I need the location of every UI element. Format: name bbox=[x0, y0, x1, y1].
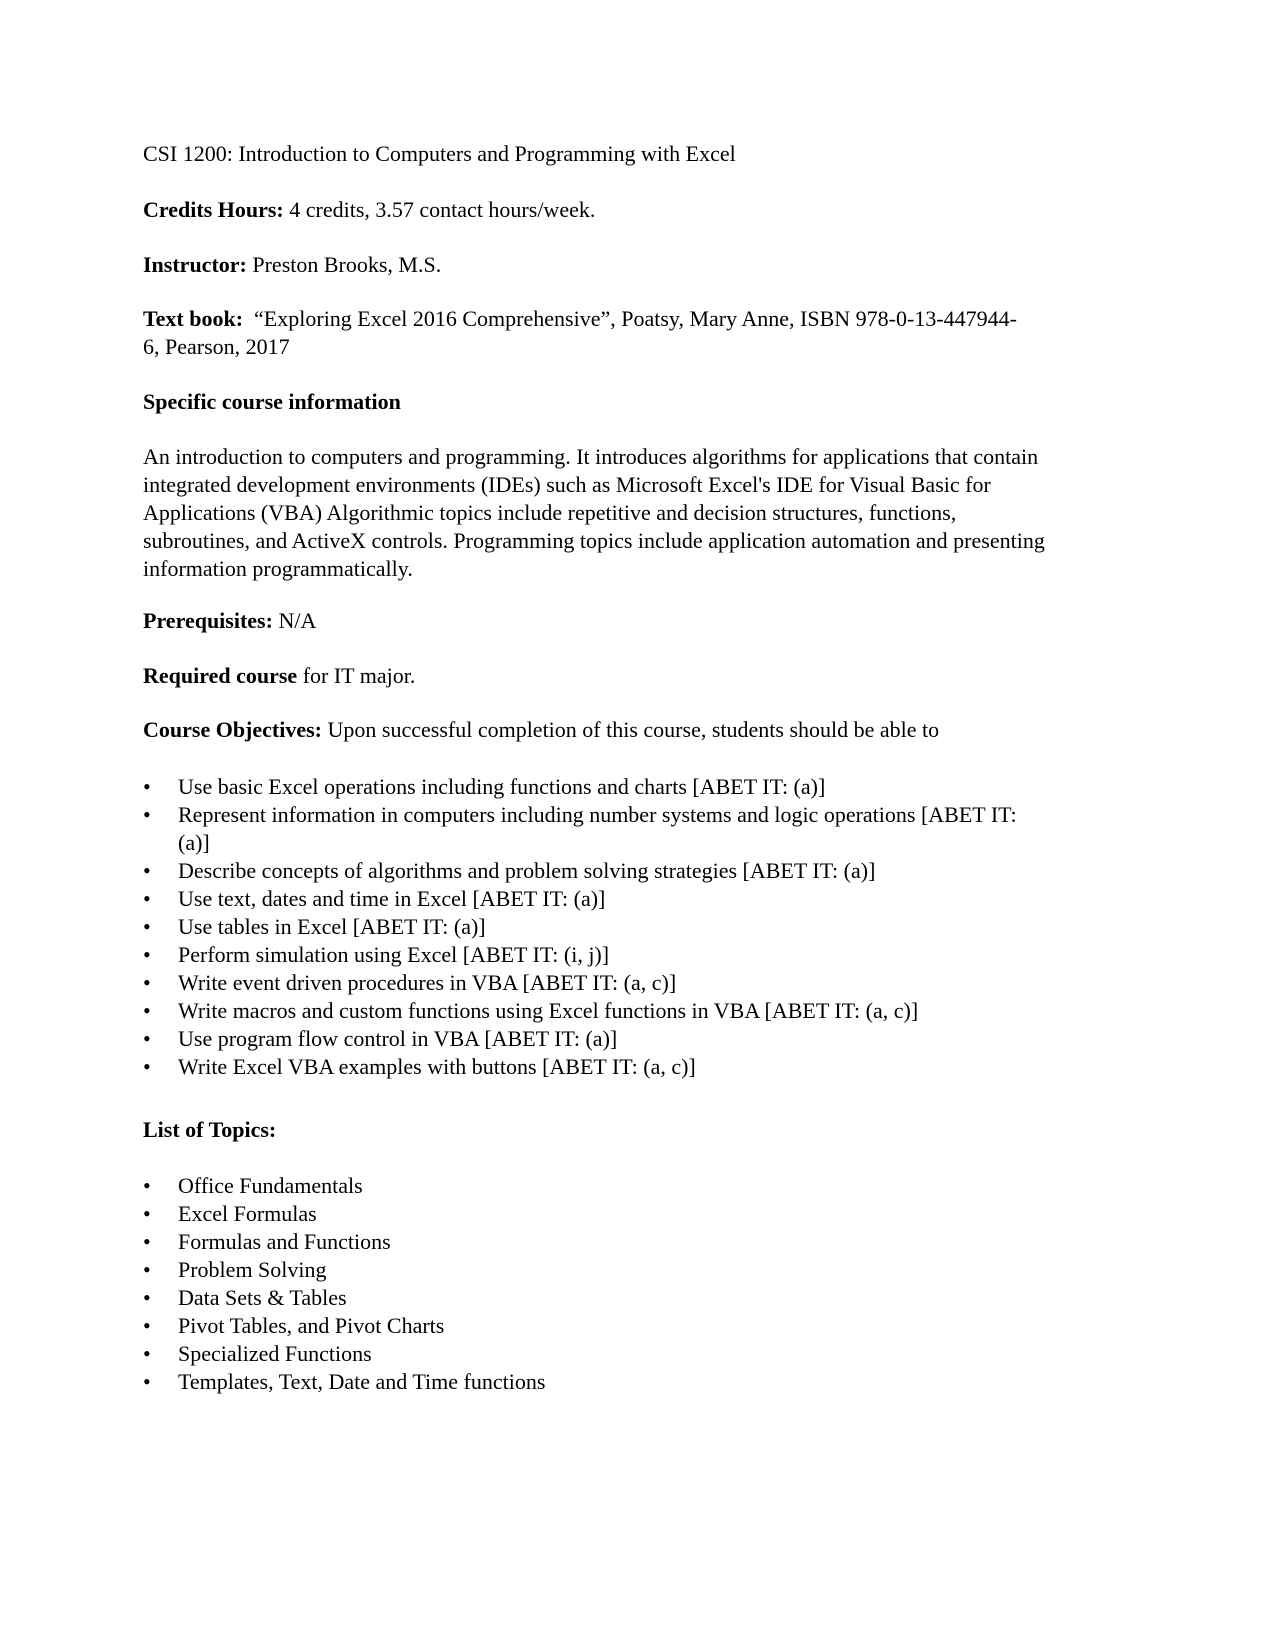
topic-item: • Excel Formulas bbox=[143, 1201, 317, 1226]
bullet-icon: • bbox=[143, 914, 151, 939]
bullet-icon: • bbox=[143, 1201, 151, 1226]
credits-value: 4 credits, 3.57 contact hours/week. bbox=[283, 197, 596, 222]
bullet-icon: • bbox=[143, 774, 151, 799]
bullet-icon: • bbox=[143, 1054, 151, 1079]
bullet-icon: • bbox=[143, 1369, 151, 1394]
topics-list: • Office Fundamentals • Excel Formulas • Fo… bbox=[143, 1172, 1063, 1396]
topic-item: • Formulas and Functions bbox=[143, 1229, 391, 1254]
course-title: CSI 1200: Introduction to Computers and … bbox=[143, 141, 736, 166]
credits-label: Credits Hours: bbox=[143, 197, 284, 222]
topic-item: • Templates, Text, Date and Time function… bbox=[143, 1369, 546, 1394]
required-course-line: Required course for IT major. bbox=[143, 662, 1063, 690]
bullet-icon: • bbox=[143, 1341, 151, 1366]
bullet-icon: • bbox=[143, 802, 151, 827]
specific-info-heading: Specific course information bbox=[143, 389, 401, 414]
bullet-icon: • bbox=[143, 998, 151, 1023]
required-course-value: for IT major. bbox=[297, 663, 416, 688]
objective-item: • Use text, dates and time in Excel [ABET… bbox=[143, 886, 606, 911]
instructor-value: Preston Brooks, M.S. bbox=[246, 252, 442, 277]
bullet-icon: • bbox=[143, 1285, 151, 1310]
prerequisites-line: Prerequisites: N/A bbox=[143, 607, 1063, 635]
objectives-label: Course Objectives: bbox=[143, 717, 323, 742]
topic-item: • Office Fundamentals bbox=[143, 1173, 363, 1198]
credits-line: Credits Hours: 4 credits, 3.57 contact h… bbox=[143, 196, 1063, 224]
textbook-label: Text book: bbox=[143, 306, 244, 331]
objectives-intro: Upon successful completion of this cours… bbox=[322, 717, 940, 742]
required-course-label: Required course bbox=[143, 663, 298, 688]
objective-item: • Use basic Excel operations including fu… bbox=[143, 774, 826, 799]
bullet-icon: • bbox=[143, 942, 151, 967]
prerequisites-label: Prerequisites: bbox=[143, 608, 273, 633]
objective-item: • Write Excel VBA examples with buttons [… bbox=[143, 1054, 696, 1079]
bullet-icon: • bbox=[143, 1313, 151, 1338]
bullet-icon: • bbox=[143, 886, 151, 911]
prerequisites-value: N/A bbox=[272, 608, 317, 633]
bullet-icon: • bbox=[143, 1229, 151, 1254]
objective-item: • Write event driven procedures in VBA [A… bbox=[143, 970, 677, 995]
bullet-icon: • bbox=[143, 1257, 151, 1282]
instructor-line: Instructor: Preston Brooks, M.S. bbox=[143, 251, 1063, 279]
specific-info-body: An introduction to computers and program… bbox=[143, 444, 1045, 581]
objective-item: • Represent information in computers incl… bbox=[143, 802, 1017, 855]
objective-item: • Use program flow control in VBA [ABET I… bbox=[143, 1026, 618, 1051]
topics-heading: List of Topics: bbox=[143, 1117, 277, 1142]
bullet-icon: • bbox=[143, 970, 151, 995]
topic-item: • Problem Solving bbox=[143, 1257, 327, 1282]
bullet-icon: • bbox=[143, 858, 151, 883]
objective-item: • Perform simulation using Excel [ABET IT… bbox=[143, 942, 610, 967]
textbook-value: “Exploring Excel 2016 Comprehensive”, Po… bbox=[143, 306, 1017, 359]
bullet-icon: • bbox=[143, 1026, 151, 1051]
topic-item: • Specialized Functions bbox=[143, 1341, 372, 1366]
objective-item: • Write macros and custom functions using… bbox=[143, 998, 919, 1023]
topic-item: • Data Sets & Tables bbox=[143, 1285, 347, 1310]
textbook-line: Text book: “Exploring Excel 2016 Compreh… bbox=[143, 305, 1023, 361]
topic-item: • Pivot Tables, and Pivot Charts bbox=[143, 1313, 445, 1338]
objective-item: • Describe concepts of algorithms and pro… bbox=[143, 858, 876, 883]
objective-item: • Use tables in Excel [ABET IT: (a)] bbox=[143, 914, 486, 939]
objectives-intro-line: Course Objectives: Upon successful compl… bbox=[143, 716, 1063, 744]
objectives-list: • Use basic Excel operations including fu… bbox=[143, 773, 1053, 1081]
instructor-label: Instructor: bbox=[143, 252, 247, 277]
bullet-icon: • bbox=[143, 1173, 151, 1198]
